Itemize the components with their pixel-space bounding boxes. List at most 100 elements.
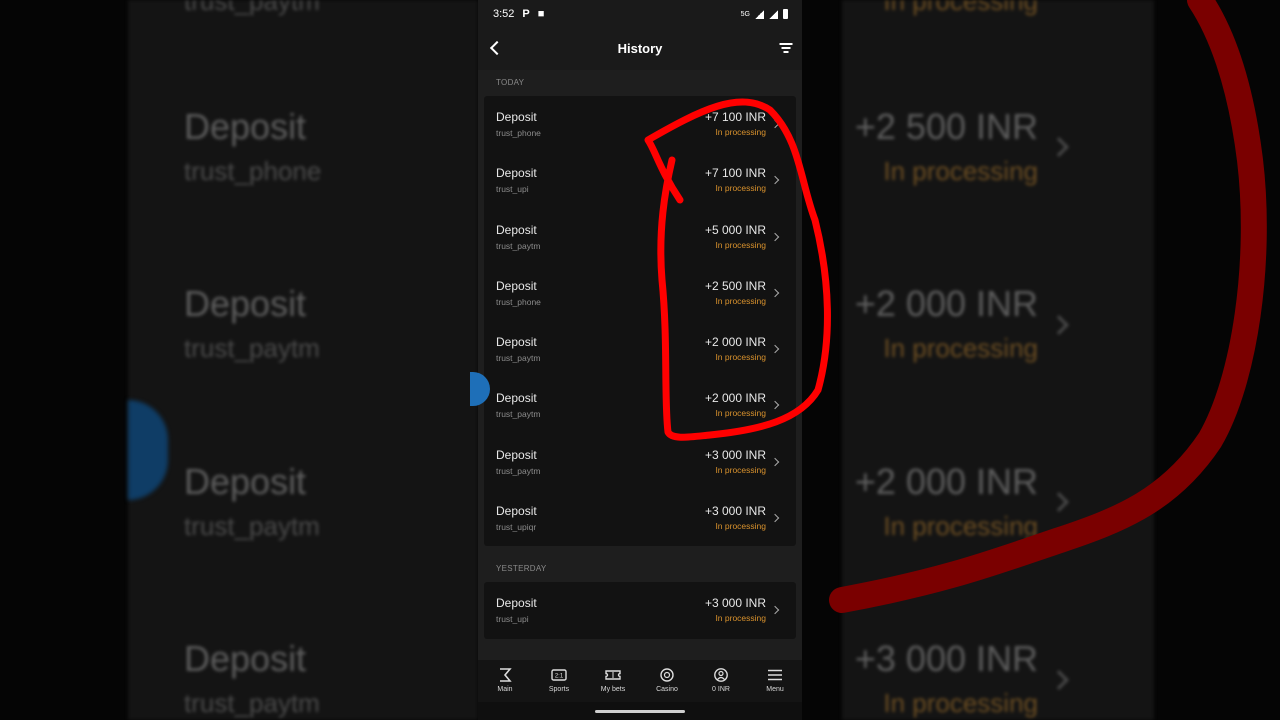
transaction-row[interactable]: Deposit trust_paytm +2 000 INR In proces… [484,321,796,377]
background-left-blur: trust_paytm Deposit trust_phone Deposit … [128,0,478,720]
bg-row-title: Deposit [184,283,307,324]
nav-label: Casino [656,686,678,693]
transaction-status: In processing [715,127,766,137]
bottom-navigation: Main 2:1 Sports My bets Casino 0 INR Men… [478,660,802,702]
casino-chip-icon [660,668,674,682]
transaction-row[interactable]: Deposit trust_upi +7 100 INR In processi… [484,152,796,208]
transaction-row[interactable]: Deposit trust_upiqr +3 000 INR In proces… [484,490,796,546]
nav-label: 0 INR [712,686,730,693]
bg-chevron-right-icon [1049,492,1069,512]
page-title: History [617,40,663,56]
status-icons: 5G [741,9,788,19]
screen: trust_paytm Deposit trust_phone Deposit … [0,0,1280,720]
filter-icon[interactable] [778,40,794,56]
bg-row-method: trust_phone [184,156,322,186]
transaction-amount: +3 000 INR [704,447,766,462]
nav-label: My bets [600,686,626,693]
transaction-row[interactable]: Deposit trust_upi +3 000 INR In processi… [484,582,796,638]
transaction-amount: +5 000 INR [704,222,766,237]
bg-row-title: Deposit [184,638,307,679]
transaction-amount: +7 100 INR [704,110,766,124]
nav-label: Main [497,686,513,693]
nav-label: Sports [548,686,570,693]
transaction-status: In processing [715,521,766,532]
bg-row-amount: +2 000 INR [854,461,1038,502]
back-arrow-icon[interactable] [488,40,504,56]
bg-row-status: In processing [883,688,1038,718]
phone-screen: 3:52 P ■ 5G History TODAY Deposit trust_… [478,0,802,720]
bg-left-row: Deposit trust_paytm [184,638,320,719]
parking-icon: P [522,8,530,20]
bg-row-amount: +2 500 INR [854,106,1038,147]
transaction-amount: +3 000 INR [704,504,766,519]
gesture-bar [478,702,802,720]
transaction-status: In processing [715,408,766,419]
bg-row-amount: +2 000 INR [854,283,1038,324]
status-bar: 3:52 P ■ 5G [478,0,802,28]
battery-icon [783,9,788,19]
transaction-row[interactable]: Deposit trust_paytm +2 000 INR In proces… [484,377,796,433]
video-camera-icon: ■ [537,8,545,20]
ticket-icon [605,670,621,680]
history-list[interactable]: TODAY Deposit trust_phone +7 100 INR In … [478,70,802,660]
transaction-row[interactable]: Deposit trust_paytm +5 000 INR In proces… [484,209,796,265]
nav-label: Menu [766,686,784,693]
transaction-row[interactable]: Deposit trust_phone +7 100 INR In proces… [484,96,796,152]
transaction-status: In processing [715,464,766,475]
transaction-amount: +2 000 INR [704,391,766,406]
user-icon [714,668,728,682]
bg-row-amount: +3 000 INR [854,638,1038,679]
section-label-today: TODAY [496,78,525,87]
bg-row-title: Deposit [184,106,307,147]
nav-menu[interactable]: Menu [748,660,802,702]
bg-row-title: Deposit [184,461,307,502]
status-time: 3:52 [493,8,515,20]
nav-main[interactable]: Main [478,660,532,702]
bg-right-row: +2 000 INR In processing [855,283,1038,364]
transaction-status: In processing [715,239,766,250]
signal-icon [755,9,764,19]
bg-right-row: +2 500 INR In processing [855,106,1038,187]
bg-left-partial: trust_paytm [184,0,320,16]
transaction-status: In processing [715,352,766,363]
bg-left-row: Deposit trust_paytm [184,461,320,542]
transaction-status: In processing [715,295,766,306]
transaction-row[interactable]: Deposit trust_paytm +3 000 INR In proces… [484,434,796,490]
transaction-amount: +3 000 INR [704,596,766,611]
bg-row-method: trust_paytm [184,511,320,541]
hamburger-icon [768,669,782,681]
bg-row-status: In processing [883,511,1038,541]
section-label-yesterday: YESTERDAY [496,564,547,574]
transaction-row[interactable]: Deposit trust_phone +2 500 INR In proces… [484,265,796,321]
transaction-amount: +7 100 INR [704,166,766,181]
bg-right-partial: In processing [883,0,1038,16]
main-icon [500,668,512,682]
transaction-status: In processing [715,613,766,624]
home-indicator[interactable] [595,710,685,713]
bg-chevron-right-icon [1049,670,1069,690]
bg-right-row: +3 000 INR In processing [855,638,1038,719]
app-bar: History [478,28,802,68]
transaction-amount: +2 000 INR [704,335,766,350]
bg-chevron-right-icon [1049,315,1069,335]
bg-left-row: Deposit trust_phone [184,106,321,187]
bg-row-method: trust_paytm [184,333,320,363]
bg-row-status: In processing [883,333,1038,363]
bg-row-status: In processing [883,156,1038,186]
transaction-status: In processing [715,183,766,194]
bg-right-row: +2 000 INR In processing [855,461,1038,542]
nav-balance[interactable]: 0 INR [694,660,748,702]
transactions-card-yesterday: Deposit trust_upi +3 000 INR In processi… [484,582,796,639]
nav-casino[interactable]: Casino [640,660,694,702]
network-label: 5G [740,10,750,18]
transaction-amount: +2 500 INR [704,278,766,293]
svg-text:2:1: 2:1 [555,674,564,680]
nav-my-bets[interactable]: My bets [586,660,640,702]
bg-left-row: Deposit trust_paytm [184,283,320,364]
bg-row-method: trust_paytm [184,688,320,718]
bg-chevron-right-icon [1049,137,1069,157]
transactions-card-today: Deposit trust_phone +7 100 INR In proces… [484,96,796,547]
nav-sports[interactable]: 2:1 Sports [532,660,586,702]
signal-icon [769,9,778,19]
sports-icon: 2:1 [551,669,567,681]
